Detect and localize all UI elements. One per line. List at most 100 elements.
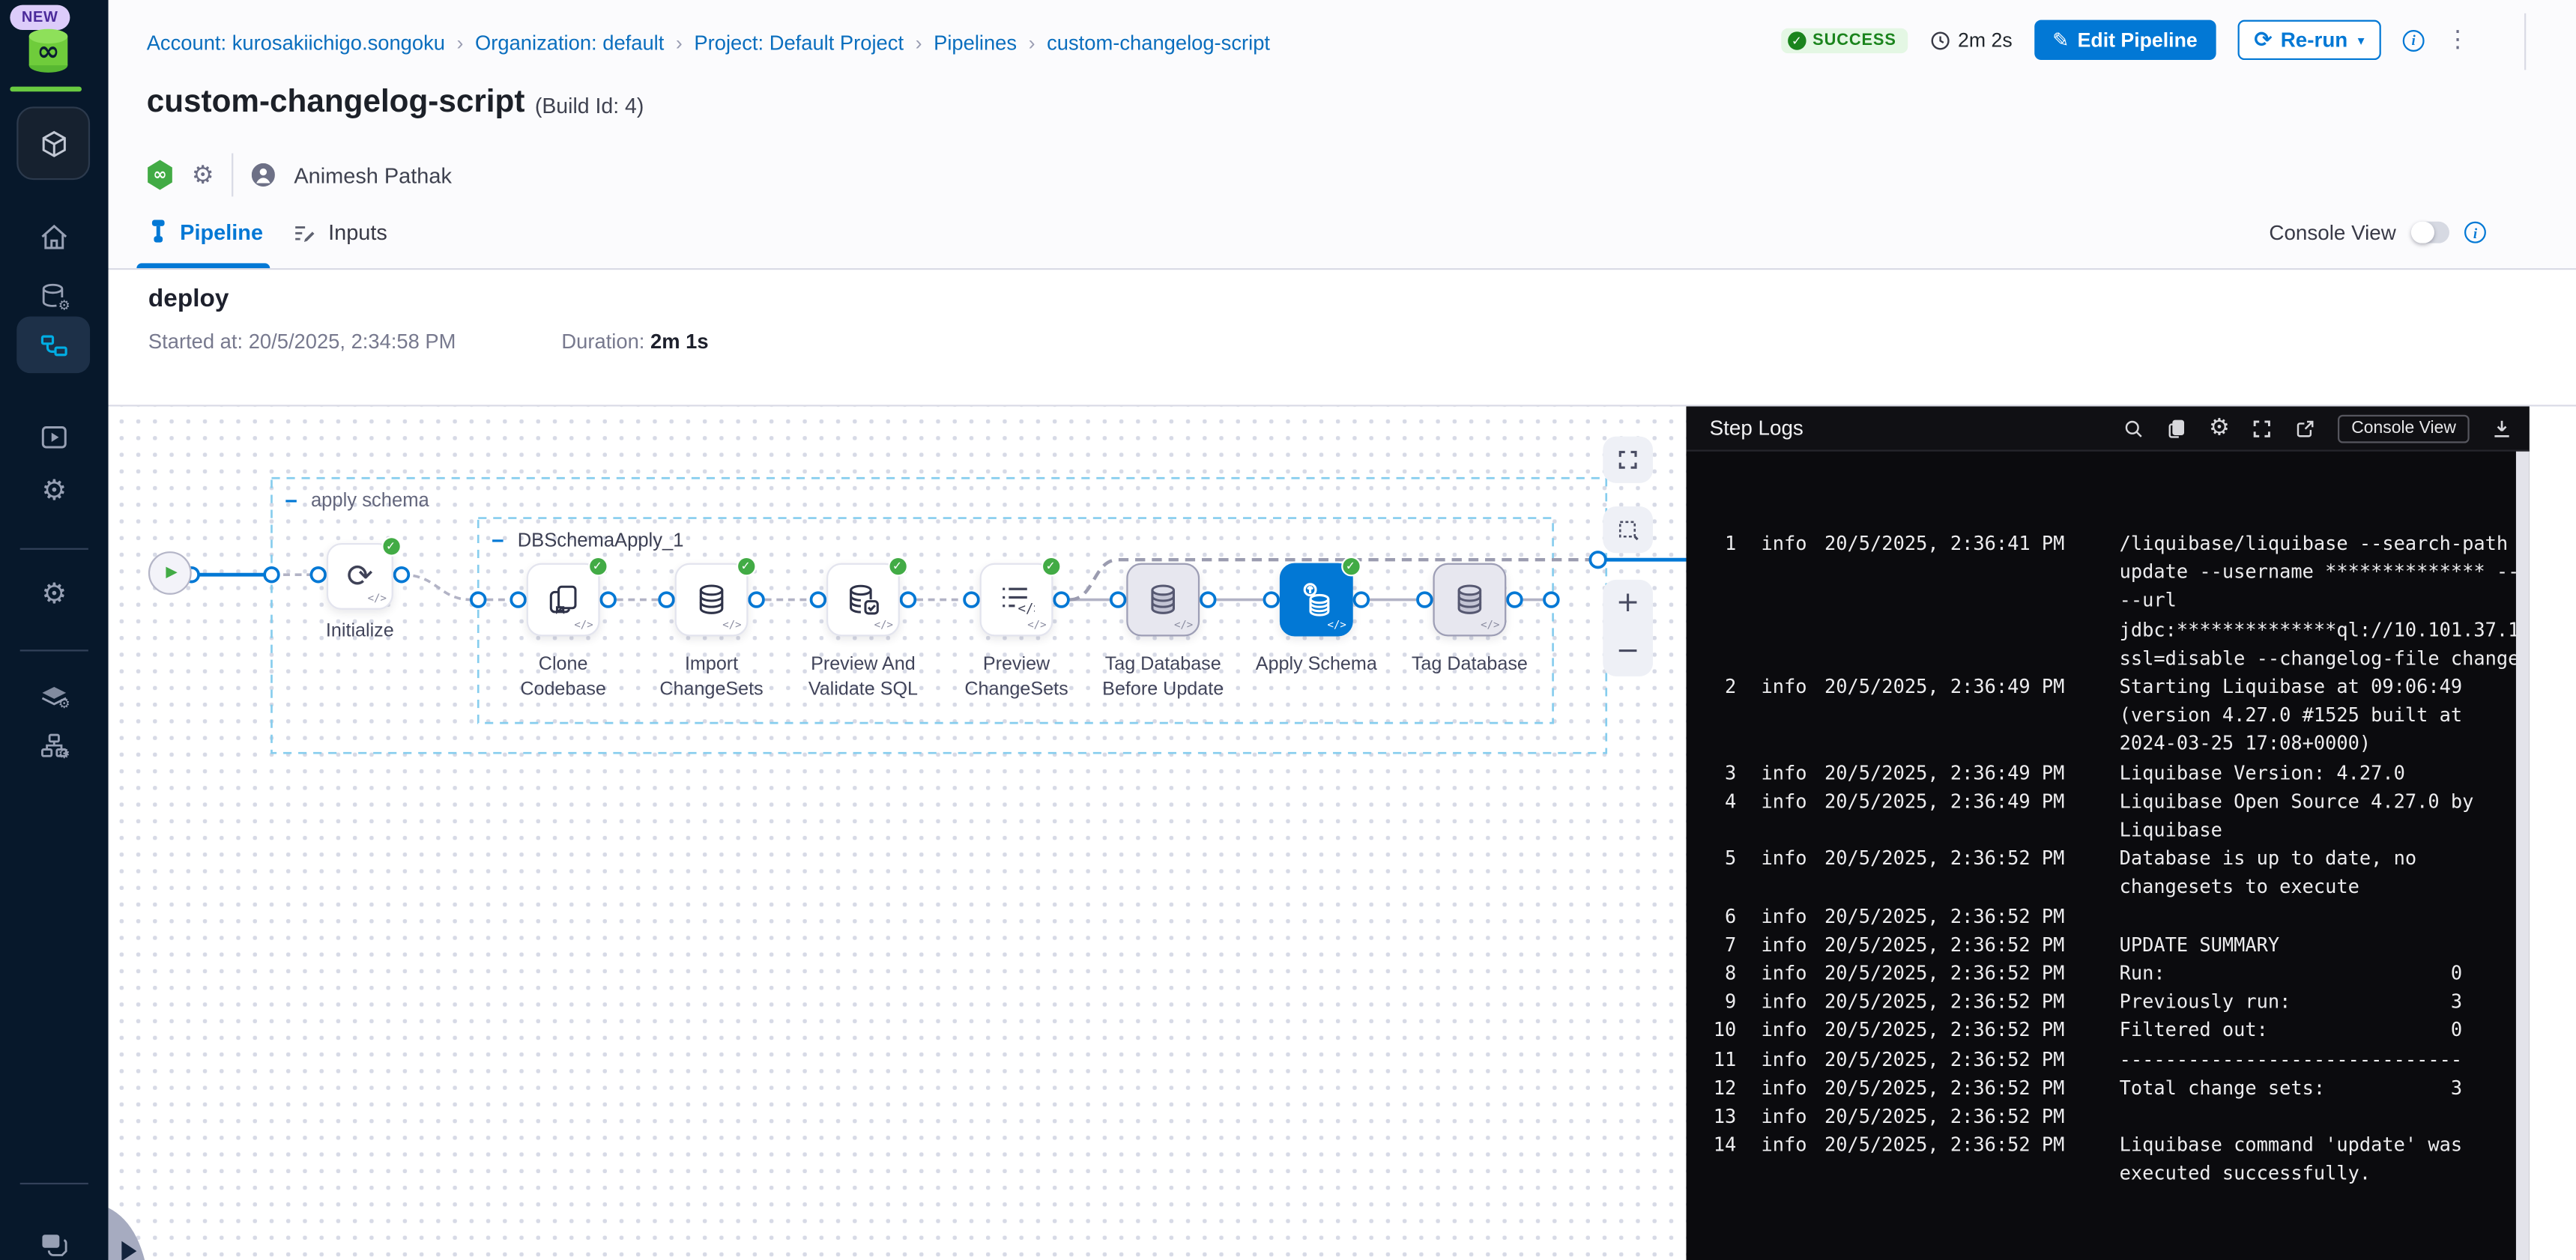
download-icon[interactable] [2491, 417, 2513, 439]
list-code-icon: </> [998, 581, 1035, 618]
console-view-control: Console View i [2269, 196, 2486, 268]
step-logs-header: Step Logs ⚙ [1686, 407, 2529, 452]
node-initialize[interactable]: ⟳ ✓ </> [327, 543, 393, 610]
log-row: 1info20/5/2025, 2:36:41 PM/liquibase/liq… [1710, 530, 2516, 673]
stage-band: deploy Started at: 20/5/2025, 2:34:58 PM… [109, 270, 2576, 406]
build-id: (Build Id: 4) [535, 94, 644, 118]
node-preview-and-validate-sql[interactable]: ✓ </> [826, 563, 900, 637]
clock-icon [1929, 29, 1951, 51]
sidebar-item-home[interactable] [0, 208, 109, 265]
refresh-icon: ⟳ [2254, 28, 2272, 52]
search-icon[interactable] [2122, 417, 2144, 439]
collapse-icon[interactable]: − [285, 488, 297, 513]
external-link-icon[interactable] [2295, 417, 2317, 439]
sidebar-item-resources[interactable]: ⚙ [0, 667, 109, 724]
node-tag-database[interactable]: </> [1433, 563, 1506, 637]
content-row: − apply schema − DBSchemaApply_1 ▶ ⟳ ✓ [109, 407, 2576, 1260]
code-template-icon: </> [1174, 620, 1193, 631]
group-label-text[interactable]: apply schema [311, 491, 429, 511]
log-row: 4info20/5/2025, 2:36:49 PMLiquibase Open… [1710, 787, 2516, 845]
node-tag-database-before-update[interactable]: </> [1126, 563, 1200, 637]
page-title: custom-changelog-script [147, 85, 525, 121]
tab-pipeline[interactable]: Pipeline [148, 196, 263, 268]
code-template-icon: </> [1027, 620, 1046, 631]
check-icon: ✓ [1788, 31, 1806, 49]
log-row: 8info20/5/2025, 2:36:52 PMRun: 0 [1710, 960, 2516, 988]
canvas-fullscreen-button[interactable] [1603, 437, 1653, 483]
logo-underline [10, 87, 82, 91]
log-rows: 1info20/5/2025, 2:36:41 PM/liquibase/liq… [1686, 452, 2515, 1260]
sidebar-item-settings[interactable]: ⚙ [0, 463, 109, 520]
toggle-knob [2411, 221, 2434, 243]
tab-inputs[interactable]: Inputs [291, 196, 387, 268]
breadcrumb-organization[interactable]: Organization: default [475, 31, 664, 55]
sidebar-nav: NEW ∞ ⚙ [0, 0, 109, 1260]
node-preview-changesets[interactable]: </> ✓ </> [980, 563, 1053, 637]
inputs-tab-icon [291, 221, 316, 244]
gear-icon: ⚙ [41, 581, 67, 609]
chevron-right-icon: › [457, 31, 464, 55]
console-view-toggle[interactable] [2411, 222, 2449, 243]
step-logs-title: Step Logs [1710, 417, 2101, 440]
log-row: 13info20/5/2025, 2:36:52 PM [1710, 1103, 2516, 1131]
cube-icon [37, 127, 69, 159]
breadcrumb-account[interactable]: Account: kurosakiichigo.songoku [147, 31, 445, 55]
breadcrumb-pipelines[interactable]: Pipelines [934, 31, 1017, 55]
info-icon[interactable]: i [2403, 29, 2425, 51]
svg-text:</>: </> [1018, 602, 1035, 617]
copy-icon[interactable] [2165, 417, 2187, 439]
sync-icon: ⟳ [347, 558, 373, 595]
breadcrumb: Account: kurosakiichigo.songoku › Organi… [147, 31, 1270, 55]
kebab-menu-icon[interactable]: ⋮ [2446, 28, 2470, 52]
sidebar-item-module-selector[interactable] [16, 106, 90, 180]
sidebar-divider [20, 649, 88, 651]
info-icon[interactable]: i [2464, 222, 2486, 243]
canvas-corner-expander[interactable] [109, 1197, 155, 1260]
mini-gear-icon: ⚙ [58, 297, 70, 312]
log-row: 9info20/5/2025, 2:36:52 PMPreviously run… [1710, 988, 2516, 1017]
node-apply-schema[interactable]: ✓ </> [1280, 563, 1353, 637]
log-row: 11info20/5/2025, 2:36:52 PM-------------… [1710, 1046, 2516, 1074]
start-node[interactable]: ▶ [148, 551, 192, 595]
group-label-text[interactable]: DBSchemaApply_1 [518, 530, 684, 551]
pipeline-canvas[interactable]: − apply schema − DBSchemaApply_1 ▶ ⟳ ✓ [109, 407, 1687, 1260]
author-row: ∞ ⚙ Animesh Pathak [147, 154, 452, 197]
node-import-changesets[interactable]: ✓ </> [675, 563, 749, 637]
log-row: 14info20/5/2025, 2:36:52 PMLiquibase com… [1710, 1132, 2516, 1190]
sidebar-item-organizations[interactable]: ⚙ [0, 716, 109, 773]
author-name: Animesh Pathak [294, 163, 452, 187]
code-template-icon: </> [874, 620, 893, 631]
topbar-divider [2524, 13, 2526, 70]
harness-dbops-logo-icon[interactable]: ∞ [22, 27, 75, 75]
database-icon [1451, 581, 1488, 618]
code-template-icon: </> [368, 593, 387, 605]
sidebar-item-project-settings[interactable]: ⚙ [0, 566, 109, 623]
breadcrumb-current[interactable]: custom-changelog-script [1047, 31, 1270, 55]
breadcrumb-project[interactable]: Project: Default Project [694, 31, 904, 55]
group-apply-schema: − apply schema [285, 488, 429, 513]
zoom-in-button[interactable]: + [1616, 590, 1640, 618]
help-button[interactable]: ? [0, 1216, 109, 1260]
code-template-icon: </> [722, 620, 741, 631]
chat-question-icon: ? [38, 1229, 70, 1260]
console-view-button[interactable]: Console View [2338, 414, 2469, 443]
clone-icon [545, 581, 581, 618]
zoom-out-button[interactable]: − [1616, 638, 1640, 667]
pipeline-connectors [109, 407, 1687, 1260]
group-dbschemaapply-1: − DBSchemaApply_1 [492, 528, 683, 553]
top-actions: ✓ SUCCESS 2m 2s ✎ Edit Pipeline ⟳ Re-run [1781, 0, 2470, 80]
avatar [253, 163, 276, 187]
sidebar-item-executions[interactable] [0, 408, 109, 465]
node-clone-codebase[interactable]: ✓ </> [527, 563, 600, 637]
divider [232, 154, 234, 197]
collapse-icon[interactable]: − [492, 528, 504, 553]
fullscreen-icon[interactable] [2252, 417, 2273, 439]
edit-pipeline-button[interactable]: ✎ Edit Pipeline [2034, 20, 2216, 60]
rerun-button[interactable]: ⟳ Re-run ▾ [2237, 20, 2381, 60]
node-label: Initialize [268, 620, 452, 643]
logs-scrollbar[interactable] [2516, 452, 2530, 1260]
gear-icon[interactable]: ⚙ [192, 160, 214, 190]
gear-icon[interactable]: ⚙ [2209, 417, 2230, 440]
canvas-marquee-select-button[interactable] [1603, 506, 1653, 553]
sidebar-item-pipelines[interactable] [16, 317, 90, 374]
